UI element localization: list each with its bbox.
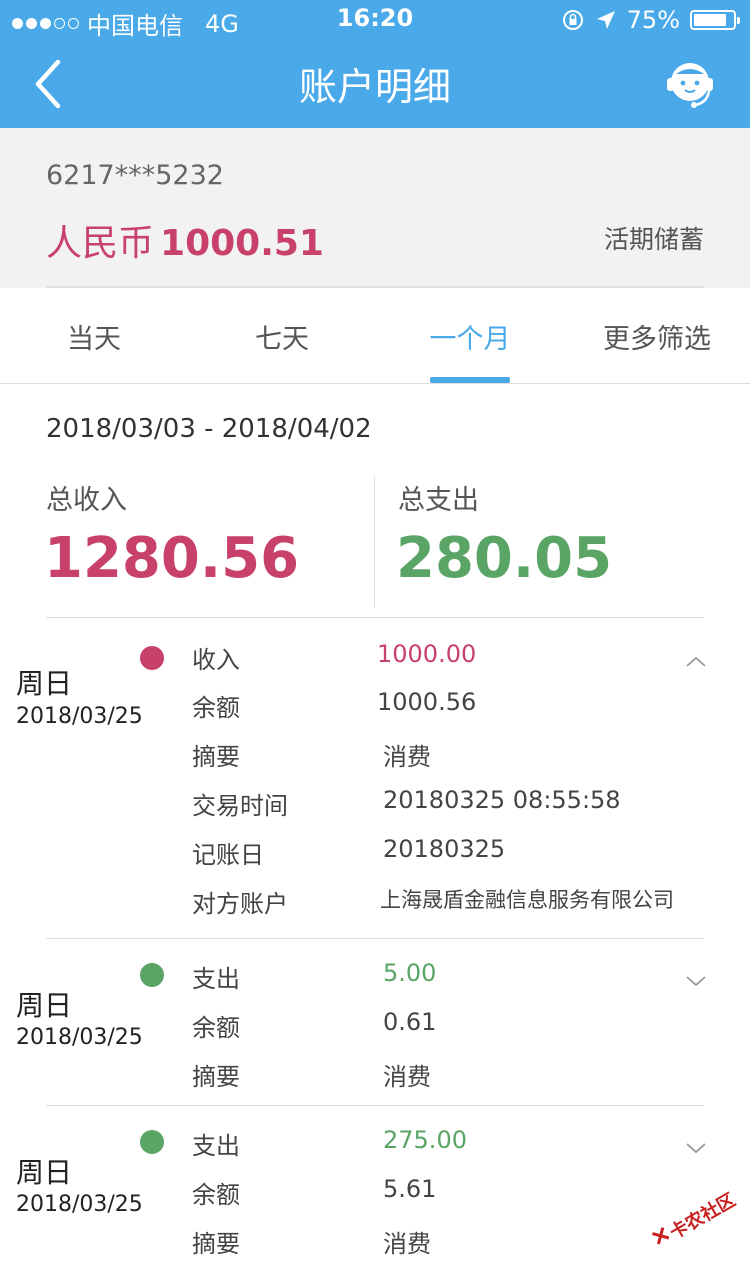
income-dot-icon (140, 646, 164, 670)
battery-percent: 75% (626, 6, 680, 34)
tab-seven-days[interactable]: 七天 (188, 288, 376, 384)
status-right: 75% (561, 6, 740, 34)
currency-label: 人民币 (46, 223, 155, 264)
txn-summary: 消费 (383, 743, 431, 771)
transaction-item[interactable]: 周日 2018/03/25 收入 1000.00 余额 1000.56 摘要 消… (0, 618, 750, 938)
expense-dot-icon (140, 1130, 164, 1154)
balance-amount: 1000.51 (160, 223, 324, 264)
txn-label-expense: 支出 (192, 965, 240, 993)
transaction-item[interactable]: 周日 2018/03/25 支出 5.00 余额 0.61 摘要 消费 (0, 939, 750, 1105)
customer-service-icon (667, 63, 713, 108)
chevron-up-icon[interactable] (684, 654, 708, 670)
txn-label-balance: 余额 (192, 1181, 240, 1209)
account-balance: 人民币 1000.51 (46, 214, 324, 266)
transaction-weekday: 周日 (16, 1156, 73, 1189)
txn-counterparty: 上海晟盾金融信息服务有限公司 (380, 888, 674, 912)
nav-bar: 账户明细 (0, 40, 750, 128)
txn-label-balance: 余额 (192, 694, 240, 722)
txn-label-posting-date: 记账日 (192, 841, 264, 869)
transaction-weekday: 周日 (16, 989, 73, 1022)
total-income-label: 总收入 (46, 485, 127, 516)
txn-balance: 1000.56 (377, 688, 477, 716)
period-tabs: 当天 七天 一个月 更多筛选 (0, 288, 750, 384)
chevron-down-icon[interactable] (684, 973, 708, 989)
txn-label-time: 交易时间 (192, 792, 288, 820)
transaction-item[interactable]: 周日 2018/03/25 支出 275.00 余额 5.61 摘要 消费 (0, 1106, 750, 1280)
summary-divider (374, 476, 375, 608)
date-range: 2018/03/03 - 2018/04/02 (46, 414, 372, 444)
txn-summary: 消费 (383, 1230, 431, 1258)
page-title: 账户明细 (298, 65, 451, 109)
account-number: 6217***5232 (46, 160, 224, 191)
txn-time: 20180325 08:55:58 (383, 786, 621, 814)
transaction-date: 2018/03/25 (16, 1192, 143, 1217)
tab-one-month[interactable]: 一个月 (376, 288, 564, 384)
txn-balance: 5.61 (383, 1175, 437, 1203)
app-header: 中国电信 4G 16:20 75% 账户明细 (0, 0, 750, 128)
total-expense-label: 总支出 (398, 485, 479, 516)
txn-label-counterparty: 对方账户 (192, 890, 288, 918)
transaction-date: 2018/03/25 (16, 704, 143, 729)
txn-label-summary: 摘要 (192, 1063, 240, 1091)
txn-label-balance: 余额 (192, 1014, 240, 1042)
expense-dot-icon (140, 963, 164, 987)
txn-balance: 0.61 (383, 1008, 437, 1036)
battery-icon (690, 10, 740, 30)
txn-posting-date: 20180325 (383, 835, 506, 863)
txn-label-expense: 支出 (192, 1132, 240, 1160)
txn-label-income: 收入 (192, 646, 240, 674)
customer-service-button[interactable] (660, 54, 720, 114)
txn-label-summary: 摘要 (192, 1230, 240, 1258)
active-tab-indicator (430, 377, 510, 383)
transaction-date: 2018/03/25 (16, 1025, 143, 1050)
location-arrow-icon (596, 11, 615, 29)
txn-amount: 5.00 (383, 959, 437, 987)
account-type: 活期储蓄 (603, 225, 704, 254)
txn-amount: 1000.00 (377, 640, 477, 668)
orientation-lock-icon (562, 10, 583, 30)
txn-amount: 275.00 (383, 1126, 467, 1154)
total-income-value: 1280.56 (44, 526, 300, 591)
status-bar: 中国电信 4G 16:20 75% (0, 0, 750, 40)
total-expense-value: 280.05 (396, 526, 613, 591)
txn-summary: 消费 (383, 1063, 431, 1091)
tab-more-filters[interactable]: 更多筛选 (564, 288, 750, 384)
transaction-weekday: 周日 (16, 667, 73, 700)
txn-label-summary: 摘要 (192, 743, 240, 771)
account-summary: 6217***5232 人民币 1000.51 活期储蓄 (0, 128, 750, 288)
tab-today[interactable]: 当天 (0, 288, 188, 384)
chevron-down-icon[interactable] (684, 1140, 708, 1156)
